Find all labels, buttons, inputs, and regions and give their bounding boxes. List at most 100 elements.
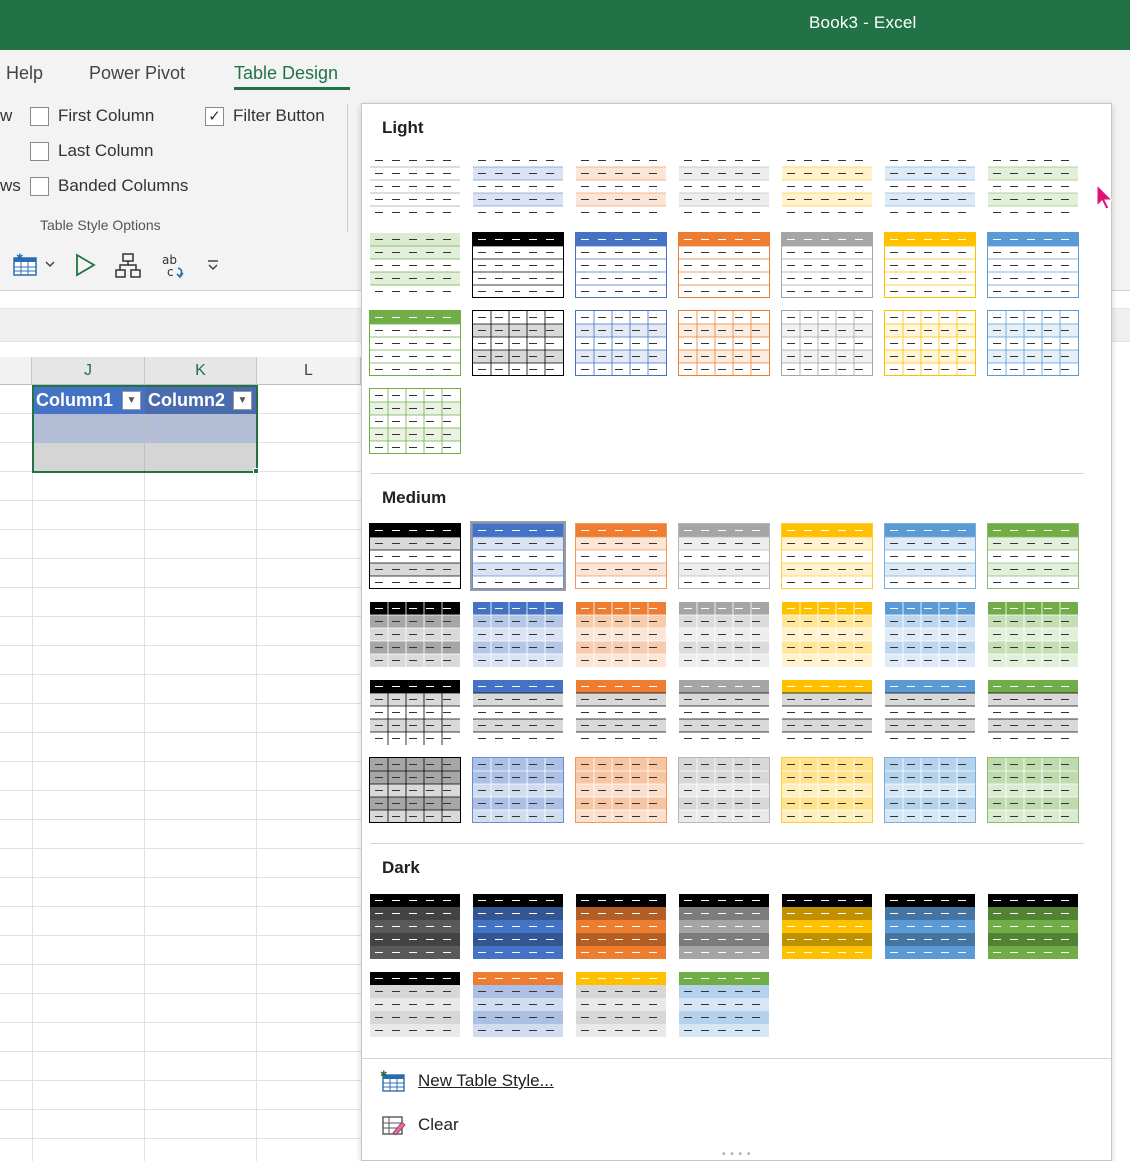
table-style-medium[interactable] (987, 757, 1079, 823)
table-style-medium[interactable] (987, 679, 1079, 745)
table-style-preview (575, 523, 667, 589)
table-style-light[interactable] (575, 153, 667, 219)
play-icon[interactable] (73, 252, 97, 278)
filter-button-checkbox[interactable]: ✓ (205, 106, 224, 126)
table-style-medium[interactable] (884, 679, 976, 745)
table-style-preview (472, 523, 564, 589)
table-style-medium[interactable] (781, 757, 873, 823)
table-style-medium[interactable] (781, 523, 873, 589)
gridline (0, 1080, 361, 1081)
table-style-light[interactable] (472, 232, 564, 298)
truncated-option-label: w (0, 106, 13, 125)
table-style-dark[interactable] (369, 971, 461, 1037)
table-style-light[interactable] (575, 232, 667, 298)
table-style-medium[interactable] (369, 757, 461, 823)
gridline (0, 877, 361, 878)
table-style-light[interactable] (472, 310, 564, 376)
table-style-dark[interactable] (884, 893, 976, 959)
table-style-light[interactable] (781, 232, 873, 298)
last-column-checkbox[interactable] (30, 141, 49, 161)
new-table-style-button[interactable]: ✱ New Table Style... (380, 1069, 554, 1093)
table-style-light[interactable] (369, 388, 461, 454)
table-style-dark[interactable] (987, 893, 1079, 959)
table-style-medium[interactable] (575, 601, 667, 667)
customize-toolbar-icon[interactable] (206, 259, 220, 273)
table-style-light[interactable] (369, 310, 461, 376)
table-style-medium[interactable] (472, 679, 564, 745)
hierarchy-icon[interactable] (114, 252, 142, 280)
table-style-light[interactable] (987, 310, 1079, 376)
table-style-dark[interactable] (678, 971, 770, 1037)
table-style-dark[interactable] (575, 893, 667, 959)
table-style-light[interactable] (678, 153, 770, 219)
table-style-light[interactable] (884, 310, 976, 376)
table-style-preview (678, 232, 770, 298)
table-style-dark[interactable] (781, 893, 873, 959)
table-style-preview (576, 154, 666, 219)
table-style-medium[interactable] (884, 523, 976, 589)
table-style-light[interactable] (472, 153, 564, 219)
table-style-medium[interactable] (678, 757, 770, 823)
filter-button-option[interactable]: ✓ Filter Button (205, 106, 325, 126)
table-style-medium[interactable] (369, 601, 461, 667)
table-style-medium[interactable] (678, 679, 770, 745)
table-style-medium[interactable] (575, 523, 667, 589)
last-column-option[interactable]: Last Column (30, 141, 153, 161)
table-style-light[interactable] (575, 310, 667, 376)
tab-table-design[interactable]: Table Design (234, 63, 338, 84)
gridline (0, 616, 361, 617)
table-style-medium[interactable] (884, 601, 976, 667)
new-table-style-label: New Table Style... (418, 1071, 554, 1090)
spelling-icon[interactable]: ab c (160, 252, 188, 280)
table-style-medium[interactable] (472, 601, 564, 667)
table-style-medium[interactable] (678, 523, 770, 589)
table-style-medium[interactable] (575, 757, 667, 823)
table-style-medium[interactable] (575, 679, 667, 745)
table-style-medium[interactable] (884, 757, 976, 823)
table-style-light[interactable] (884, 153, 976, 219)
table-style-medium[interactable] (470, 521, 566, 591)
column-header-k[interactable]: K (145, 357, 257, 385)
table-style-preview (576, 602, 666, 667)
column-header-l[interactable]: L (257, 357, 361, 385)
table-style-light[interactable] (987, 153, 1079, 219)
table-style-light[interactable] (884, 232, 976, 298)
table-style-light[interactable] (781, 310, 873, 376)
table-style-dark[interactable] (472, 971, 564, 1037)
table-style-medium[interactable] (987, 523, 1079, 589)
table-style-light[interactable] (678, 310, 770, 376)
resize-grip[interactable]: • • • • (722, 1149, 751, 1160)
banded-columns-label: Banded Columns (58, 176, 189, 195)
table-style-light[interactable] (369, 153, 461, 219)
table-style-light[interactable] (678, 232, 770, 298)
table-style-medium[interactable] (369, 679, 461, 745)
table-style-light[interactable] (987, 232, 1079, 298)
banded-columns-checkbox[interactable] (30, 176, 49, 196)
table-style-light[interactable] (781, 153, 873, 219)
first-column-option[interactable]: First Column (30, 106, 154, 126)
tab-power-pivot[interactable]: Power Pivot (89, 63, 185, 84)
table-style-dark[interactable] (472, 893, 564, 959)
table-style-dark[interactable] (575, 971, 667, 1037)
gridline (0, 1138, 361, 1139)
first-column-checkbox[interactable] (30, 106, 49, 126)
clear-button[interactable]: Clear (380, 1113, 459, 1137)
table-style-medium[interactable] (781, 679, 873, 745)
table-style-medium[interactable] (472, 757, 564, 823)
table-style-preview (679, 154, 769, 219)
table-icon[interactable]: ✱ (12, 252, 38, 278)
table-style-medium[interactable] (678, 601, 770, 667)
table-style-light[interactable] (369, 232, 461, 298)
tab-help[interactable]: Help (6, 63, 43, 84)
table-style-medium[interactable] (781, 601, 873, 667)
table-style-preview (575, 757, 667, 823)
resize-handle[interactable] (253, 468, 259, 474)
title-bar: Book3 - Excel (0, 0, 1130, 50)
table-style-medium[interactable] (369, 523, 461, 589)
dropdown-arrow-icon[interactable] (44, 258, 56, 270)
banded-columns-option[interactable]: Banded Columns (30, 176, 188, 196)
table-style-dark[interactable] (678, 893, 770, 959)
column-header-j[interactable]: J (32, 357, 145, 385)
table-style-dark[interactable] (369, 893, 461, 959)
table-style-medium[interactable] (987, 601, 1079, 667)
